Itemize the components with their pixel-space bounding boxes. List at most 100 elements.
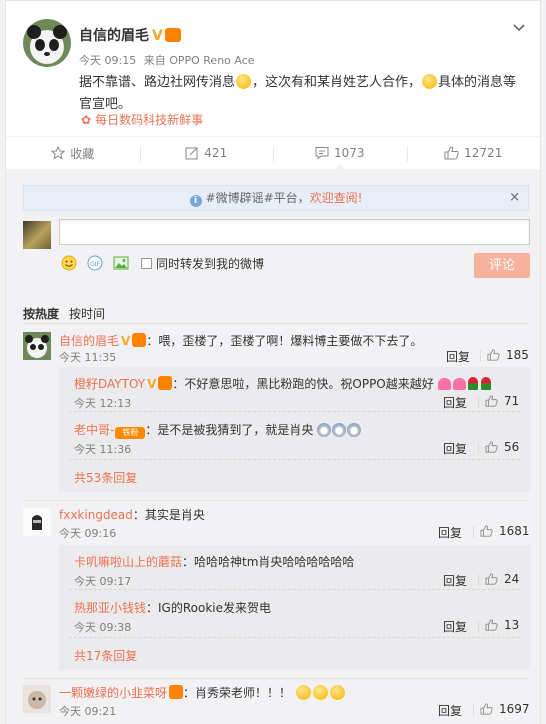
reply-text: 老中哥- 铁粉 ：是不是被我猜到了，就是肖央 xyxy=(74,421,362,439)
comment-time: 今天 11:35 xyxy=(59,351,117,364)
commenter-name[interactable]: 一颗嫩绿的小韭菜呀 xyxy=(59,686,167,700)
more-replies-link[interactable]: 共53条回复 xyxy=(74,469,137,486)
reply-like-button[interactable]: 56 xyxy=(485,440,519,454)
commenter-name[interactable]: fxxkingdead xyxy=(59,508,133,522)
thumbs-up-icon xyxy=(444,146,459,160)
replier-name[interactable]: 卡叽嘛啦山上的蘑菇 xyxy=(74,555,182,569)
reply-divider xyxy=(69,411,520,412)
flower-icon: ✿ xyxy=(81,113,92,127)
reply-content: ：哈哈哈神tm肖央哈哈哈哈哈哈 xyxy=(182,555,355,569)
rose-emoji-icon xyxy=(467,377,478,390)
comment-like-button[interactable]: 1681 xyxy=(480,524,530,538)
like-button[interactable]: 12721 xyxy=(406,137,541,169)
comment-button[interactable]: 1073 xyxy=(273,137,407,170)
crying-emoji-icon xyxy=(317,423,332,437)
reply-button[interactable]: 回复 xyxy=(443,440,467,457)
separator xyxy=(478,442,479,454)
emoji-icon[interactable] xyxy=(61,255,77,271)
notice-link[interactable]: 欢迎查阅! xyxy=(310,191,363,205)
more-replies-link[interactable]: 共17条回复 xyxy=(74,647,137,664)
comment-content: ：喂，歪楼了，歪楼了啊！爆料博主要做不下去了。 xyxy=(146,334,423,348)
reply-divider xyxy=(69,459,520,460)
sort-tabs: 按热度 按时间 xyxy=(23,305,115,322)
comment-time: 今天 09:21 xyxy=(59,705,117,718)
reply-like-count: 56 xyxy=(504,440,520,454)
repost-button[interactable]: 421 xyxy=(139,137,274,169)
reply-time: 今天 09:38 xyxy=(74,621,132,634)
comment-like-button[interactable]: 1697 xyxy=(480,702,530,716)
comment-like-count: 1697 xyxy=(499,702,530,716)
rose-emoji-icon xyxy=(480,377,491,390)
rumor-notice-banner: i #微博辟谣#平台，欢迎查阅! × xyxy=(23,185,529,211)
comment-text: 自信的眉毛 V ：喂，歪楼了，歪楼了啊！爆料博主要做不下去了。 xyxy=(59,332,422,349)
reply-button[interactable]: 回复 xyxy=(438,524,462,541)
reply-button[interactable]: 回复 xyxy=(443,618,467,635)
post-text-part: ，这次有和某肖姓艺人合作， xyxy=(252,75,422,90)
tab-sort-hot[interactable]: 按热度 xyxy=(23,307,59,321)
reply-list: 卡叽嘛啦山上的蘑菇：哈哈哈神tm肖央哈哈哈哈哈哈 今天 09:17 回复 24 … xyxy=(59,545,530,670)
comment-like-count: 1681 xyxy=(499,524,530,538)
author-avatar[interactable] xyxy=(23,19,71,67)
reply-like-count: 13 xyxy=(504,618,520,632)
comment-divider xyxy=(23,500,529,501)
reply-time: 今天 12:13 xyxy=(74,397,132,410)
post-text-part: 据不靠谱、路边社网传消息 xyxy=(79,75,236,90)
reply-button[interactable]: 回复 xyxy=(446,348,470,365)
favorite-button[interactable]: 收藏 xyxy=(6,137,140,169)
heart-emoji-icon xyxy=(437,378,451,390)
reply-button[interactable]: 回复 xyxy=(443,572,467,589)
heart-emoji-icon xyxy=(452,378,466,390)
submit-comment-button[interactable]: 评论 xyxy=(474,253,530,278)
image-icon[interactable] xyxy=(113,255,129,271)
separator xyxy=(478,396,479,408)
separator xyxy=(480,350,481,362)
post-meta: 今天 09:15 来自 OPPO Reno Ace xyxy=(79,52,255,68)
repost-count: 421 xyxy=(204,146,228,160)
commenter-avatar[interactable] xyxy=(23,332,51,360)
close-icon[interactable]: × xyxy=(509,186,520,210)
commenter-avatar[interactable] xyxy=(23,685,51,713)
thumbs-up-icon xyxy=(485,573,498,585)
reply-like-button[interactable]: 24 xyxy=(485,572,519,586)
post-body: 据不靠谱、路边社网传消息 ，这次有和某肖姓艺人合作， 具体的消息等官宣吧。 xyxy=(79,72,529,116)
replier-name[interactable]: 老中哥- xyxy=(74,423,114,437)
thumbs-up-icon xyxy=(485,395,498,407)
commenter-name[interactable]: 自信的眉毛 xyxy=(59,334,119,348)
separator xyxy=(473,704,474,716)
chevron-down-icon[interactable] xyxy=(512,21,526,35)
comment-content: ：其实是肖央 xyxy=(132,508,205,522)
reply-divider xyxy=(69,589,520,590)
post-time[interactable]: 今天 09:15 xyxy=(79,54,136,67)
post-author[interactable]: 自信的眉毛 V xyxy=(79,25,181,45)
reply-content: ：是不是被我猜到了，就是肖央 xyxy=(145,423,314,437)
tab-sort-time[interactable]: 按时间 xyxy=(69,307,105,321)
author-name[interactable]: 自信的眉毛 xyxy=(79,28,149,44)
comment-section: i #微博辟谣#平台，欢迎查阅! × GIF 同时转发到我的微博 评论 按热度 按时… xyxy=(6,169,540,724)
comment-input[interactable] xyxy=(59,219,530,245)
member-badge-icon xyxy=(164,28,181,42)
thumbs-up-icon xyxy=(487,349,500,361)
separator xyxy=(473,526,474,538)
commenter-avatar[interactable] xyxy=(23,508,51,536)
reply-button[interactable]: 回复 xyxy=(443,394,467,411)
star-icon xyxy=(51,146,66,160)
composer-tools: GIF 同时转发到我的微博 xyxy=(61,254,264,272)
comment-count: 1073 xyxy=(333,146,365,160)
reply-button[interactable]: 回复 xyxy=(438,702,462,719)
verified-icon: V xyxy=(147,377,157,391)
post-source[interactable]: 来自 OPPO Reno Ace xyxy=(144,54,255,67)
repost-checkbox-label[interactable]: 同时转发到我的微博 xyxy=(156,255,264,272)
comment-like-button[interactable]: 185 xyxy=(487,348,529,362)
emoji-icon xyxy=(295,685,311,700)
thumbs-up-icon xyxy=(485,441,498,453)
reply-like-button[interactable]: 71 xyxy=(485,394,519,408)
reply-like-button[interactable]: 13 xyxy=(485,618,519,632)
topic-source-label[interactable]: 每日数码科技新鲜事 xyxy=(95,113,203,127)
crying-emoji-icon xyxy=(332,423,347,437)
repost-checkbox[interactable] xyxy=(141,257,152,269)
repost-icon xyxy=(185,147,198,160)
gif-icon[interactable]: GIF xyxy=(87,255,103,271)
topic-source-link[interactable]: ✿ 每日数码科技新鲜事 xyxy=(81,111,203,128)
replier-name[interactable]: 热那亚小钱钱 xyxy=(74,601,146,615)
replier-name[interactable]: 橙籽DAYTOY xyxy=(74,377,145,391)
